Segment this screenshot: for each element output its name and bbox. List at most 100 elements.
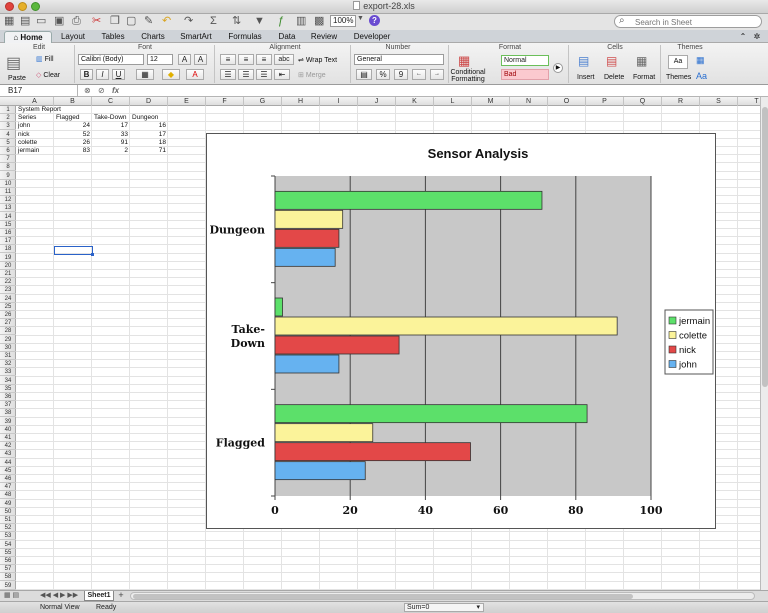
row-header[interactable]: 45 bbox=[0, 467, 16, 475]
row-header[interactable]: 34 bbox=[0, 377, 16, 385]
column-header[interactable]: T bbox=[738, 97, 760, 106]
delete-button[interactable]: Delete bbox=[604, 74, 624, 81]
tab-smartart[interactable]: SmartArt bbox=[174, 31, 218, 43]
row-header[interactable]: 36 bbox=[0, 393, 16, 401]
zoom-field[interactable]: 100% bbox=[330, 15, 356, 27]
column-header[interactable]: G bbox=[244, 97, 282, 106]
cancel-icon[interactable]: ⊗ bbox=[84, 86, 91, 95]
format-painter-icon[interactable]: ✎ bbox=[144, 15, 153, 28]
align-middle-button[interactable]: ≡ bbox=[238, 54, 254, 65]
cell[interactable]: john bbox=[18, 122, 52, 130]
italic-button[interactable]: I bbox=[96, 69, 109, 80]
cell[interactable]: nick bbox=[18, 131, 52, 139]
search-box[interactable]: ⌕ bbox=[614, 15, 762, 28]
status-view[interactable]: Normal View bbox=[40, 602, 80, 613]
toolbox-icon[interactable]: ▩ bbox=[314, 15, 324, 28]
themes-gallery-icon[interactable]: Aa bbox=[668, 55, 688, 69]
row-header[interactable]: 31 bbox=[0, 352, 16, 360]
row-header[interactable]: 33 bbox=[0, 368, 16, 377]
row-header[interactable]: 49 bbox=[0, 500, 16, 508]
font-color-button[interactable]: A bbox=[186, 69, 204, 80]
cell[interactable]: Flagged bbox=[56, 114, 90, 122]
column-header[interactable]: B bbox=[54, 97, 92, 106]
row-header[interactable]: 1 bbox=[0, 106, 16, 114]
row-header[interactable]: 52 bbox=[0, 524, 16, 533]
gallery-icon[interactable]: ▥ bbox=[296, 15, 306, 28]
align-left-button[interactable]: ☰ bbox=[220, 69, 236, 80]
column-header[interactable]: F bbox=[206, 97, 244, 106]
row-header[interactable]: 28 bbox=[0, 327, 16, 336]
cell[interactable]: Dungeon bbox=[132, 114, 166, 122]
row-header[interactable]: 54 bbox=[0, 541, 16, 549]
cell[interactable]: Series bbox=[18, 114, 52, 122]
row-header[interactable]: 35 bbox=[0, 385, 16, 393]
row-header[interactable]: 19 bbox=[0, 254, 16, 262]
style-normal[interactable]: Normal bbox=[501, 55, 549, 66]
row-header[interactable]: 21 bbox=[0, 270, 16, 278]
decrease-indent-button[interactable]: ⇤ bbox=[274, 69, 290, 80]
fx-icon[interactable]: fx bbox=[112, 86, 119, 95]
column-header[interactable]: E bbox=[168, 97, 206, 106]
autosum-icon[interactable]: Σ bbox=[210, 15, 217, 28]
paste-icon[interactable]: ▢ bbox=[126, 15, 136, 28]
accounting-format-button[interactable]: ▤ bbox=[356, 69, 372, 80]
style-bad[interactable]: Bad bbox=[501, 69, 549, 80]
row-header[interactable]: 22 bbox=[0, 278, 16, 287]
help-icon[interactable]: ? bbox=[369, 15, 380, 26]
column-header[interactable]: N bbox=[510, 97, 548, 106]
row-header[interactable]: 44 bbox=[0, 459, 16, 467]
insert-button[interactable]: Insert bbox=[577, 74, 595, 81]
confirm-icon[interactable]: ⊘ bbox=[98, 86, 105, 95]
cell[interactable]: 52 bbox=[56, 131, 90, 139]
cell[interactable]: 17 bbox=[132, 131, 166, 139]
conditional-formatting-button[interactable]: Conditional Formatting bbox=[450, 69, 486, 83]
row-header[interactable]: 51 bbox=[0, 516, 16, 524]
row-header[interactable]: 6 bbox=[0, 147, 16, 155]
row-header[interactable]: 42 bbox=[0, 442, 16, 451]
format-cells-icon[interactable]: ▦ bbox=[636, 54, 647, 68]
row-header[interactable]: 59 bbox=[0, 582, 16, 590]
tab-formulas[interactable]: Formulas bbox=[224, 31, 266, 43]
cell[interactable]: colette bbox=[18, 139, 52, 147]
cell[interactable]: System Report bbox=[18, 106, 61, 114]
column-header[interactable]: L bbox=[434, 97, 472, 106]
paste-large-icon[interactable]: ▤ bbox=[6, 53, 21, 73]
vertical-scrollbar[interactable] bbox=[760, 97, 768, 590]
row-header[interactable]: 3 bbox=[0, 122, 16, 131]
wrap-text-button[interactable]: ⇌ Wrap Text bbox=[298, 56, 337, 64]
align-bottom-button[interactable]: ≡ bbox=[256, 54, 272, 65]
row-header[interactable]: 5 bbox=[0, 139, 16, 147]
shrink-font-button[interactable]: A bbox=[194, 54, 207, 65]
row-header[interactable]: 23 bbox=[0, 286, 16, 295]
row-header[interactable]: 29 bbox=[0, 336, 16, 344]
tab-home[interactable]: ⌂ Home bbox=[4, 31, 52, 43]
save-icon[interactable]: ▣ bbox=[54, 15, 64, 28]
row-header[interactable]: 18 bbox=[0, 245, 16, 254]
row-header[interactable]: 38 bbox=[0, 409, 16, 418]
row-header[interactable]: 15 bbox=[0, 221, 16, 229]
selected-cell-b17[interactable] bbox=[54, 246, 94, 256]
undo-icon[interactable]: ↶ bbox=[162, 15, 171, 28]
zoom-dropdown-icon[interactable]: ▼ bbox=[357, 15, 364, 22]
row-header[interactable]: 11 bbox=[0, 188, 16, 196]
cell[interactable]: 91 bbox=[94, 139, 128, 147]
column-header[interactable]: M bbox=[472, 97, 510, 106]
tab-developer[interactable]: Developer bbox=[348, 31, 396, 43]
row-header[interactable]: 8 bbox=[0, 163, 16, 172]
vertical-scroll-thumb[interactable] bbox=[762, 107, 768, 387]
search-input[interactable] bbox=[635, 17, 755, 27]
row-header[interactable]: 58 bbox=[0, 573, 16, 582]
column-header[interactable]: K bbox=[396, 97, 434, 106]
cell[interactable]: Take-Down bbox=[94, 114, 128, 122]
row-header[interactable]: 41 bbox=[0, 434, 16, 442]
row-header[interactable]: 16 bbox=[0, 229, 16, 237]
delete-cells-icon[interactable]: ▤ bbox=[606, 54, 617, 68]
sheet-tab-sheet1[interactable]: Sheet1 bbox=[84, 591, 114, 601]
column-header[interactable]: S bbox=[700, 97, 738, 106]
open-icon[interactable]: ▭ bbox=[36, 15, 46, 28]
column-header[interactable]: H bbox=[282, 97, 320, 106]
row-header[interactable]: 53 bbox=[0, 532, 16, 541]
orientation-button[interactable]: abc bbox=[274, 54, 294, 65]
worksheet-grid[interactable]: ABCDEFGHIJKLMNOPQRST 1 2 3 4 5 6 7 8 9 10 11 12 13 14… bbox=[0, 97, 760, 590]
row-header[interactable]: 46 bbox=[0, 475, 16, 483]
